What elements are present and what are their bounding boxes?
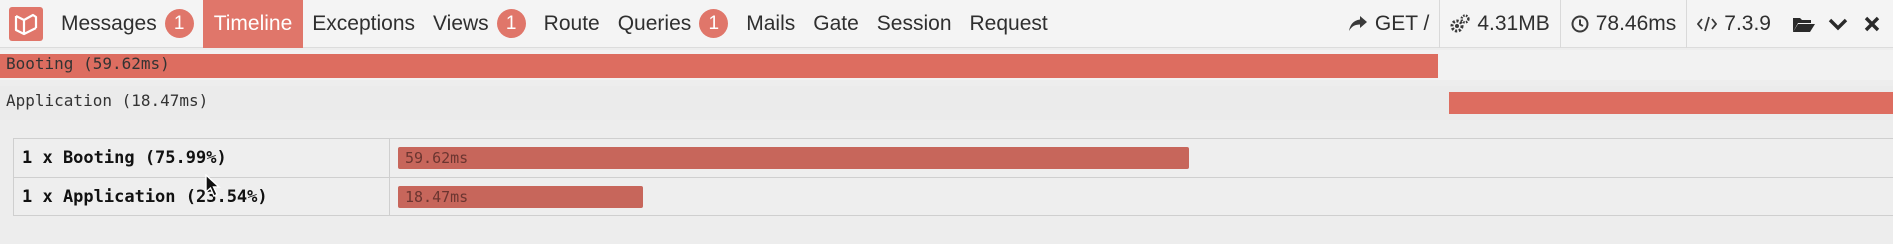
mouse-cursor-icon xyxy=(205,174,221,197)
timeline-track-booting: Booting (59.62ms) xyxy=(0,50,1893,80)
request-label: GET / xyxy=(1374,11,1430,35)
tab-timeline[interactable]: Timeline xyxy=(202,0,304,48)
tab-mails[interactable]: Mails xyxy=(737,0,804,48)
tab-queries[interactable]: Queries 1 xyxy=(609,0,738,48)
clock-icon xyxy=(1571,15,1589,32)
php-version-indicator: 7.3.9 xyxy=(1686,0,1781,48)
tab-views[interactable]: Views 1 xyxy=(424,0,535,48)
timeline-label: Application (18.47ms) xyxy=(6,91,209,110)
folder-open-icon[interactable] xyxy=(1787,0,1821,48)
tab-list: Messages 1 Timeline Exceptions Views 1 R… xyxy=(52,0,1057,48)
tab-label: Views xyxy=(433,11,489,35)
code-icon xyxy=(1697,16,1718,31)
laravel-logo-icon[interactable] xyxy=(0,0,52,48)
tab-label: Messages xyxy=(61,11,157,35)
tab-route[interactable]: Route xyxy=(535,0,609,48)
tab-request[interactable]: Request xyxy=(961,0,1057,48)
measure-name: 1 x Booting (75.99%) xyxy=(14,139,390,177)
measure-bar-cell: 18.47ms xyxy=(390,178,1893,215)
toolbar-right: GET / 4.31MB 78.46ms 7.3.9 xyxy=(1338,0,1893,48)
measure-bar: 18.47ms xyxy=(398,186,643,208)
tab-label: Session xyxy=(876,11,952,35)
share-arrow-icon xyxy=(1348,15,1367,31)
tab-label: Timeline xyxy=(213,11,293,35)
tab-messages[interactable]: Messages 1 xyxy=(52,0,203,48)
timeline-track-application: Application (18.47ms) xyxy=(0,86,1893,120)
timeline-bar-application[interactable] xyxy=(1449,92,1893,114)
measure-name: 1 x Application (23.54%) xyxy=(14,178,390,215)
views-count-badge: 1 xyxy=(496,9,526,38)
tab-label: Queries xyxy=(617,11,692,35)
tab-exceptions[interactable]: Exceptions xyxy=(303,0,424,48)
timeline-summary-table: 1 x Booting (75.99%) 59.62ms 1 x Applica… xyxy=(13,138,1893,216)
duration-value: 78.46ms xyxy=(1595,11,1677,35)
tab-label: Gate xyxy=(813,11,859,35)
measure-bar: 59.62ms xyxy=(398,147,1189,169)
tab-label: Request xyxy=(969,11,1048,35)
tab-label: Route xyxy=(543,11,600,35)
duration-indicator: 78.46ms xyxy=(1559,0,1687,48)
request-indicator[interactable]: GET / xyxy=(1338,0,1439,48)
table-row: 1 x Application (23.54%) 18.47ms xyxy=(14,177,1893,215)
timeline-bar-booting[interactable] xyxy=(0,54,1438,78)
debugbar-toolbar: Messages 1 Timeline Exceptions Views 1 R… xyxy=(0,0,1893,48)
tab-session[interactable]: Session xyxy=(868,0,961,48)
chevron-down-icon[interactable] xyxy=(1821,0,1855,48)
messages-count-badge: 1 xyxy=(164,9,194,38)
tab-label: Exceptions xyxy=(312,11,416,35)
php-version-value: 7.3.9 xyxy=(1724,11,1771,35)
tab-label: Mails xyxy=(746,11,796,35)
memory-value: 4.31MB xyxy=(1477,11,1550,35)
measure-bar-cell: 59.62ms xyxy=(390,139,1893,177)
timeline-label: Booting (59.62ms) xyxy=(6,54,170,73)
tab-gate[interactable]: Gate xyxy=(804,0,868,48)
memory-indicator: 4.31MB xyxy=(1439,0,1559,48)
close-icon[interactable] xyxy=(1855,0,1889,48)
table-row: 1 x Booting (75.99%) 59.62ms xyxy=(14,139,1893,177)
window-controls xyxy=(1787,0,1889,48)
queries-count-badge: 1 xyxy=(699,9,729,38)
gears-icon xyxy=(1450,13,1470,32)
